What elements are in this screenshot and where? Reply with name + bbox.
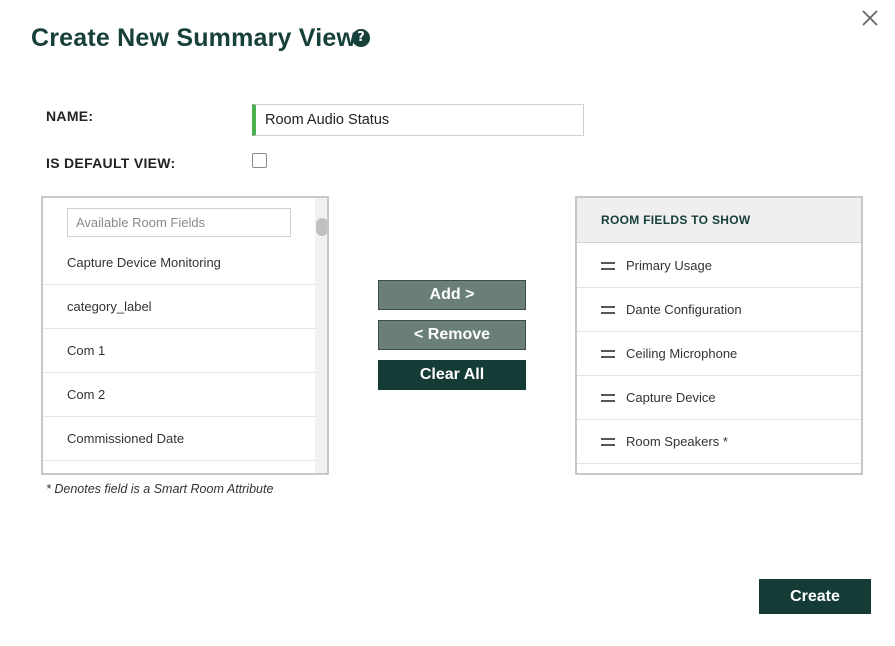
clear-all-button[interactable]: Clear All	[378, 360, 526, 390]
list-item[interactable]: Primary Usage	[577, 244, 861, 288]
scrollbar-thumb[interactable]	[316, 218, 327, 236]
list-item[interactable]: category_label	[43, 285, 315, 329]
add-button[interactable]: Add >	[378, 280, 526, 310]
list-item-label: Ceiling Microphone	[626, 346, 738, 361]
question-circle-icon[interactable]: ?	[352, 29, 370, 47]
drag-handle-icon[interactable]	[601, 393, 615, 402]
drag-handle-icon[interactable]	[601, 437, 615, 446]
available-fields-search-input[interactable]	[67, 208, 291, 237]
fields-to-show-list: Primary Usage Dante Configuration Ceilin…	[577, 244, 861, 464]
name-label: NAME:	[46, 108, 94, 124]
list-item-label: Room Speakers *	[626, 434, 728, 449]
list-item-label: Primary Usage	[626, 258, 712, 273]
list-item-label: Dante Configuration	[626, 302, 742, 317]
fields-to-show-header: ROOM FIELDS TO SHOW	[577, 198, 861, 243]
available-fields-scrollbar[interactable]	[315, 198, 327, 473]
close-icon[interactable]	[860, 8, 880, 28]
list-item[interactable]: Room Speakers *	[577, 420, 861, 464]
create-button[interactable]: Create	[759, 579, 871, 614]
drag-handle-icon[interactable]	[601, 349, 615, 358]
list-item[interactable]: Dante Configuration	[577, 288, 861, 332]
list-item[interactable]: Capture Device	[577, 376, 861, 420]
name-input[interactable]	[252, 104, 584, 136]
list-item-label: Capture Device	[626, 390, 716, 405]
drag-handle-icon[interactable]	[601, 305, 615, 314]
default-view-label: IS DEFAULT VIEW:	[46, 155, 176, 171]
default-view-checkbox[interactable]	[252, 153, 267, 168]
dialog-title: Create New Summary View	[31, 24, 357, 52]
list-item[interactable]: Com 2	[43, 373, 315, 417]
list-item[interactable]: Ceiling Microphone	[577, 332, 861, 376]
fields-to-show-panel: ROOM FIELDS TO SHOW Primary Usage Dante …	[575, 196, 863, 475]
list-item[interactable]: Com 1	[43, 329, 315, 373]
available-fields-panel: Capture Device Monitoring category_label…	[41, 196, 329, 475]
smart-attribute-footnote: * Denotes field is a Smart Room Attribut…	[46, 482, 274, 496]
remove-button[interactable]: < Remove	[378, 320, 526, 350]
drag-handle-icon[interactable]	[601, 261, 615, 270]
list-item[interactable]: Capture Device Monitoring	[43, 241, 315, 285]
available-fields-list: Capture Device Monitoring category_label…	[43, 241, 315, 461]
list-item[interactable]: Commissioned Date	[43, 417, 315, 461]
